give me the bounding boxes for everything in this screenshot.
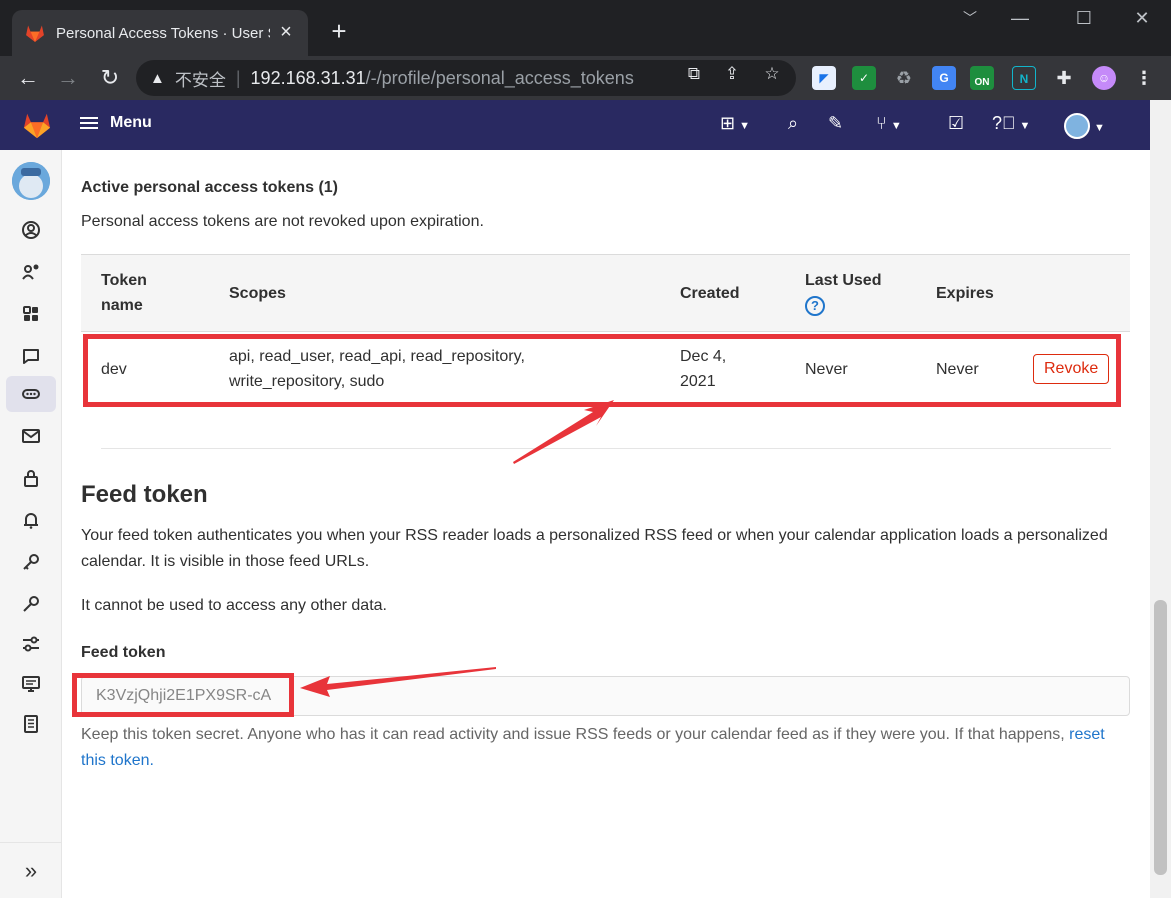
active-tokens-heading: Active personal access tokens (1) — [81, 179, 339, 196]
separator: | — [235, 67, 241, 88]
feed-token-heading: Feed token — [81, 481, 208, 508]
help-question-icon[interactable]: ? — [805, 296, 825, 316]
col-last-used: Last Used ? — [805, 268, 881, 318]
warning-icon: ▲ — [150, 69, 165, 87]
extension-translate-icon[interactable]: G — [932, 66, 956, 90]
search-icon[interactable]: ⌕ — [788, 113, 798, 134]
mail-icon — [22, 429, 40, 443]
key-icon — [23, 554, 39, 570]
menu-button[interactable]: Menu — [80, 114, 152, 132]
gitlab-navbar: Menu ⊞ ▼ ⌕ ✎ ⑂ ▼ ☑ ?⃝ ▼ ▼ — [0, 100, 1150, 150]
extension-n-icon[interactable]: N — [1012, 66, 1036, 90]
page-scrollbar[interactable] — [1150, 100, 1171, 898]
maximize-button[interactable]: ☐ — [1064, 8, 1104, 29]
share-icon[interactable]: ⇪ — [720, 64, 744, 84]
todo-icon[interactable]: ☑ — [948, 113, 964, 134]
minimize-button[interactable]: — — [1000, 8, 1040, 29]
comment-icon — [23, 349, 39, 364]
tab-strip: Personal Access Tokens · User S × + ﹀ — … — [0, 0, 1171, 56]
sidebar-avatar[interactable] — [12, 162, 50, 200]
tab-close-icon[interactable]: × — [274, 21, 298, 45]
feed-token-note: It cannot be used to access any other da… — [81, 597, 387, 614]
table-header: Token name Scopes Created Last Used ? Ex… — [81, 254, 1130, 332]
sidebar-item-notifications[interactable] — [6, 502, 56, 538]
lock-icon — [24, 470, 38, 487]
token-icon — [22, 389, 40, 399]
browser-tab[interactable]: Personal Access Tokens · User S × — [12, 10, 308, 56]
new-tab-button[interactable]: + — [326, 18, 352, 44]
col-scopes: Scopes — [229, 285, 286, 302]
sidebar-item-applications[interactable] — [6, 296, 56, 332]
sidebar-item-account[interactable] — [6, 254, 56, 290]
tab-title: Personal Access Tokens · User S — [56, 24, 270, 42]
sidebar-item-active-sessions[interactable] — [6, 666, 56, 702]
sidebar-item-password[interactable] — [6, 460, 56, 496]
extensions-puzzle-icon[interactable]: ✚ — [1052, 66, 1076, 90]
feed-token-help-text: Keep this token secret. Anyone who has i… — [81, 726, 1065, 743]
security-label: 不安全 — [174, 70, 226, 90]
sidebar-item-authentication-log[interactable] — [6, 706, 56, 742]
merge-request-icon[interactable]: ⑂ ▼ — [876, 113, 902, 134]
user-avatar-menu[interactable]: ▼ — [1064, 113, 1105, 139]
sidebar-item-chat[interactable] — [6, 338, 56, 374]
active-tokens-note: Personal access tokens are not revoked u… — [81, 213, 484, 230]
sessions-icon — [22, 676, 40, 692]
tab-search-icon[interactable]: ﹀ — [950, 8, 990, 28]
feed-token-help: Keep this token secret. Anyone who has i… — [81, 722, 1111, 774]
applications-icon — [23, 306, 38, 321]
profile-avatar[interactable]: ☺ — [1092, 66, 1116, 90]
hamburger-icon — [80, 114, 98, 132]
col-last-used-label: Last Used — [805, 272, 882, 289]
user-settings-icon — [22, 264, 39, 280]
close-window-button[interactable]: ✕ — [1122, 8, 1162, 29]
sidebar-item-preferences[interactable] — [6, 626, 56, 662]
forward-icon[interactable]: → — [54, 64, 82, 92]
back-icon[interactable]: ← — [14, 64, 42, 92]
col-expires: Expires — [936, 285, 994, 302]
browser-toolbar: ← → ↻ ▲ 不安全 | 192.168.31.31 /-/profile/p… — [0, 56, 1171, 100]
preferences-icon — [23, 636, 39, 652]
bookmark-star-icon[interactable]: ☆ — [760, 64, 784, 84]
main-content: Active personal access tokens (1) Person… — [62, 150, 1150, 898]
help-icon[interactable]: ?⃝ ▼ — [992, 113, 1030, 134]
gitlab-favicon-icon — [26, 25, 44, 42]
section-divider — [101, 448, 1111, 449]
extension-shield-icon[interactable]: ✓ — [852, 66, 876, 90]
browser-menu-icon[interactable]: ⋮ — [1132, 66, 1156, 90]
feed-token-label: Feed token — [81, 644, 166, 661]
url-path: /-/profile/personal_access_tokens — [365, 67, 634, 88]
url-host: 192.168.31.31 — [250, 67, 366, 88]
translate-icon[interactable]: ⧉ — [682, 64, 706, 84]
extension-on-badge[interactable]: ON — [970, 66, 994, 90]
annotation-highlight-token — [72, 673, 294, 717]
log-icon — [24, 715, 38, 733]
plus-square-icon[interactable]: ⊞ ▼ — [720, 113, 750, 134]
col-created: Created — [680, 285, 740, 302]
feed-token-description: Your feed token authenticates you when y… — [81, 527, 1108, 570]
collapse-sidebar-icon[interactable]: » — [0, 842, 62, 898]
sidebar-item-access-tokens[interactable] — [6, 376, 56, 412]
sidebar-item-ssh-keys[interactable] — [6, 544, 56, 580]
sidebar-item-profile[interactable] — [6, 212, 56, 248]
scrollbar-thumb[interactable] — [1154, 600, 1167, 875]
profile-sidebar: » — [0, 150, 62, 898]
gpg-key-icon — [23, 596, 39, 612]
extension-recycle-icon[interactable]: ♻ — [892, 66, 916, 90]
browser-window: Personal Access Tokens · User S × + ﹀ — … — [0, 0, 1171, 898]
notifications-icon — [24, 513, 38, 529]
col-token-name: Token name — [101, 272, 147, 314]
annotation-highlight-row — [83, 334, 1121, 407]
menu-label: Menu — [110, 114, 152, 131]
issues-icon[interactable]: ✎ — [828, 113, 843, 134]
reload-icon[interactable]: ↻ — [96, 64, 124, 92]
sidebar-item-gpg-keys[interactable] — [6, 586, 56, 622]
avatar — [1064, 113, 1090, 139]
gitlab-logo-icon[interactable] — [22, 111, 52, 139]
sidebar-item-emails[interactable] — [6, 418, 56, 454]
user-icon — [22, 221, 40, 239]
extension-bookmark-icon[interactable]: ◤ — [812, 66, 836, 90]
